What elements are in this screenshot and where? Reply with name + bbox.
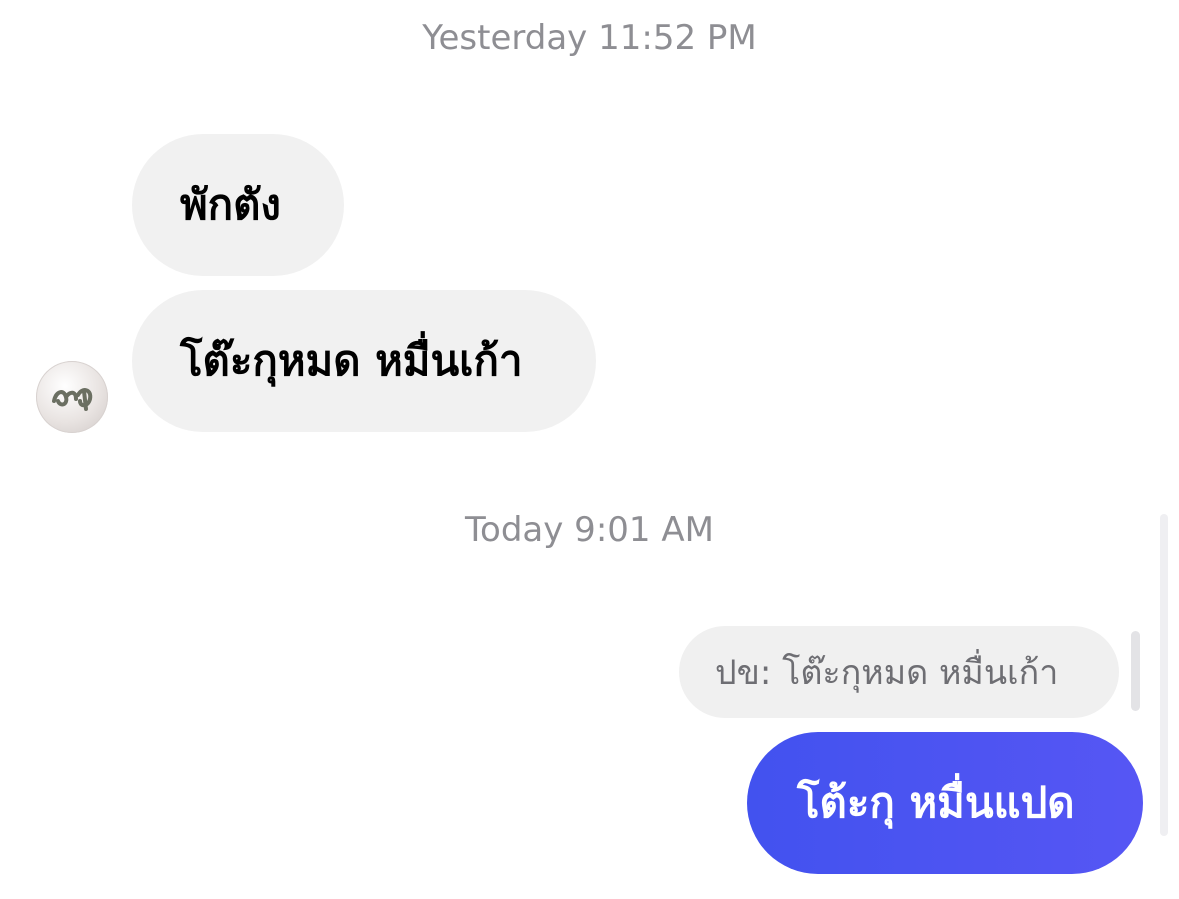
reply-quote-text: ปข: โต๊ะกุหมด หมื่นเก้า	[715, 653, 1059, 693]
reply-indicator-bar	[1131, 631, 1140, 711]
incoming-message-text: โต๊ะกุหมด หมื่นเก้า	[180, 336, 523, 385]
outgoing-message-bubble[interactable]: โต้ะกุ หมื่นแปด	[747, 732, 1143, 874]
scrollbar[interactable]	[1160, 514, 1168, 836]
reply-quote-bubble[interactable]: ปข: โต๊ะกุหมด หมื่นเก้า	[679, 626, 1119, 718]
timestamp-today: Today 9:01 AM	[465, 510, 714, 550]
contact-avatar[interactable]	[36, 361, 108, 433]
avatar-image-icon	[52, 388, 93, 411]
timestamp-yesterday: Yesterday 11:52 PM	[422, 18, 757, 58]
incoming-message-bubble[interactable]: โต๊ะกุหมด หมื่นเก้า	[132, 290, 596, 432]
outgoing-message-text: โต้ะกุ หมื่นแปด	[797, 778, 1075, 827]
incoming-message-bubble[interactable]: พักตัง	[132, 134, 344, 276]
incoming-message-text: พักตัง	[180, 180, 281, 229]
